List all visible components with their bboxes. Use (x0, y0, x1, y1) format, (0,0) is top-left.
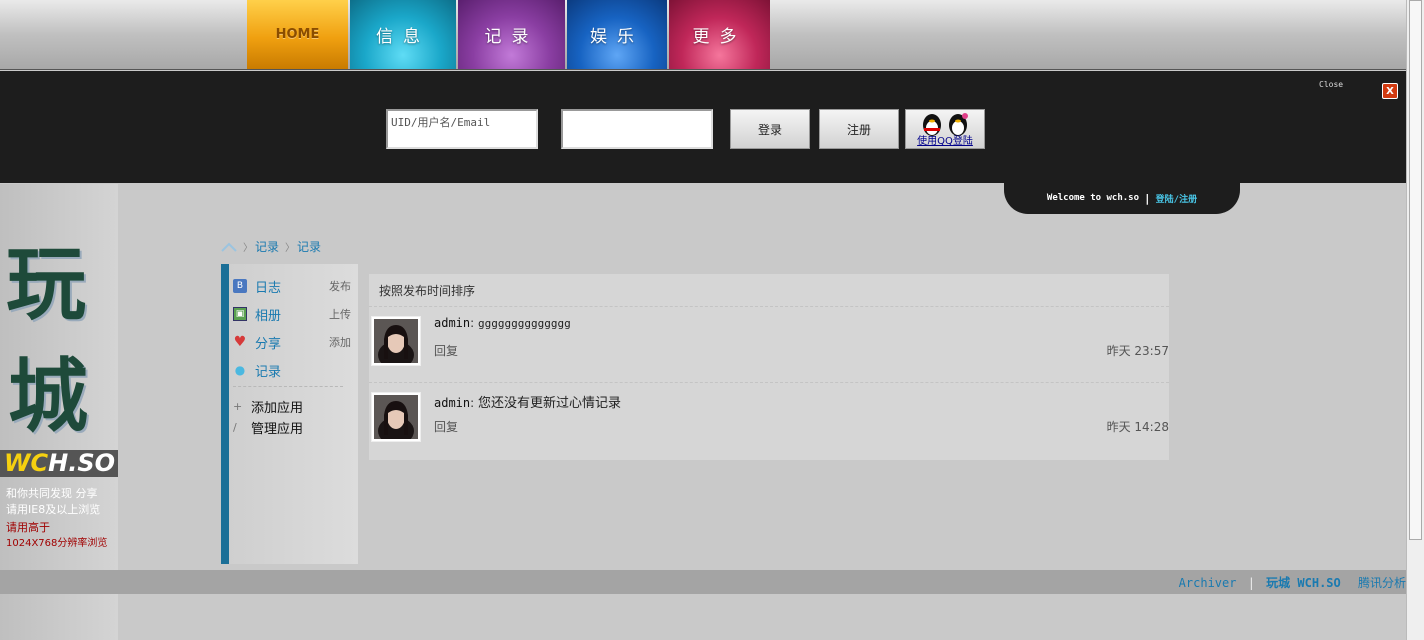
header-divider (369, 306, 1169, 307)
sidebar-manage-app[interactable]: / 管理应用 (233, 417, 351, 437)
entry-time: 昨天 23:57 (1106, 344, 1169, 358)
entry-colon: : (470, 396, 475, 410)
breadcrumb-item-records-current[interactable]: 记录 (297, 238, 321, 255)
close-label[interactable]: Close (1319, 80, 1343, 89)
notice-resolution-2: 1024X768分辨率浏览 (6, 538, 108, 549)
welcome-separator: | (1144, 191, 1151, 205)
chat-bubble-icon: ● (234, 363, 246, 377)
logo-wordmark-c: C (30, 449, 49, 477)
sidebar-item-label: 分享 (255, 336, 282, 352)
tencent-analytics-link[interactable]: 腾讯分析 (1358, 576, 1406, 590)
sidebar-item-label: 日志 (255, 280, 282, 296)
footer-links: Archiver | 玩城 WCH.SO 腾讯分析 (1179, 574, 1406, 591)
logo-wordmark: WCH.SO (0, 450, 118, 477)
sidebar-item-label: 相册 (255, 308, 282, 324)
page-scrollbar[interactable] (1406, 0, 1424, 640)
entry-author[interactable]: admin (434, 396, 470, 410)
share-add-link[interactable]: 添加 (329, 334, 351, 350)
site-name-link[interactable]: 玩城 WCH.SO (1266, 576, 1341, 590)
avatar-image (374, 319, 418, 363)
breadcrumb-separator: 〉 (243, 243, 253, 254)
scrollbar-thumb[interactable] (1409, 0, 1422, 540)
sidebar-item-records[interactable]: ● 记录 (233, 360, 351, 380)
blog-icon: B (233, 279, 247, 293)
logo-wordmark-rest: H.SO (48, 449, 115, 477)
nav-tab-entertainment[interactable]: 娱乐 (567, 0, 667, 69)
sidebar-item-label: 记录 (255, 364, 282, 380)
entry-content: gggggggggggggg (478, 317, 571, 330)
list-item: admin: 您还没有更新过心情记录 回复 昨天 14:28 (369, 384, 1169, 456)
sidebar-divider (233, 386, 343, 387)
login-button[interactable]: 登录 (730, 109, 810, 149)
home-icon[interactable] (221, 241, 237, 253)
entry-time: 昨天 14:28 (1106, 420, 1169, 434)
welcome-text: Welcome to wch.so (1046, 193, 1140, 203)
footer-separator: | (1247, 576, 1255, 590)
top-navigation-bar: HOME 信息 记录 娱乐 更多 (0, 0, 1406, 70)
entry-divider (369, 382, 1169, 383)
breadcrumb-item-records[interactable]: 记录 (255, 238, 279, 255)
username-input[interactable]: UID/用户名/Email (386, 109, 538, 149)
entry-content: 您还没有更新过心情记录 (478, 396, 622, 411)
add-app-label: 添加应用 (251, 400, 304, 416)
entry-text: admin: 您还没有更新过心情记录 (434, 392, 621, 411)
reply-link[interactable]: 回复 (434, 418, 458, 435)
sidebar-item-share[interactable]: ♥ 分享 添加 (233, 332, 351, 352)
nav-tab-records[interactable]: 记录 (458, 0, 565, 69)
login-panel: UID/用户名/Email 登录 注册 使用QQ登陆 Close X (0, 71, 1406, 183)
breadcrumb-separator: 〉 (285, 243, 296, 254)
logo-wordmark-w: W (4, 449, 31, 477)
nav-tab-info[interactable]: 信息 (350, 0, 456, 69)
sidebar-item-album[interactable]: ▣ 相册 上传 (233, 304, 351, 324)
sort-label: 按照发布时间排序 (379, 284, 476, 298)
footer-bar: Archiver | 玩城 WCH.SO 腾讯分析 (0, 570, 1406, 594)
qq-login-button[interactable]: 使用QQ登陆 (905, 109, 985, 149)
login-register-link[interactable]: 登陆/注册 (1156, 192, 1197, 205)
breadcrumb: 〉 记录 〉 记录 (221, 238, 321, 255)
manage-app-label: 管理应用 (251, 421, 304, 437)
wrench-icon: / (233, 420, 237, 434)
sidebar-add-app[interactable]: + 添加应用 (233, 396, 351, 416)
nav-tab-more[interactable]: 更多 (669, 0, 770, 69)
share-icon: ♥ (233, 334, 247, 350)
sidebar-item-blog[interactable]: B 日志 发布 (233, 276, 351, 296)
avatar-image (374, 395, 418, 439)
logo-char-cheng: 城 (8, 349, 88, 443)
album-icon: ▣ (233, 307, 247, 321)
notice-resolution-1: 请用高于 (6, 521, 50, 534)
records-panel: 按照发布时间排序 admin: gggggggggggggg 回复 昨天 23:… (369, 274, 1169, 460)
avatar[interactable] (371, 392, 421, 442)
register-button[interactable]: 注册 (819, 109, 899, 149)
password-input[interactable] (561, 109, 713, 149)
logo-char-wan: 玩 (6, 237, 86, 331)
blog-publish-link[interactable]: 发布 (329, 278, 351, 294)
entry-text: admin: gggggggggggggg (434, 316, 571, 330)
tagline-browser: 请用IE8及以上浏览 (6, 503, 101, 516)
entry-author[interactable]: admin (434, 316, 470, 330)
welcome-tab: Welcome to wch.so | 登陆/注册 (1004, 182, 1240, 214)
app-sidebar: B 日志 发布 ▣ 相册 上传 ♥ 分享 添加 ● 记录 + 添加应用 / 管理… (221, 264, 358, 564)
tagline-share: 和你共同发现 分享 (6, 487, 98, 500)
list-item: admin: gggggggggggggg 回复 昨天 23:57 (369, 308, 1169, 380)
plus-icon: + (233, 399, 243, 413)
avatar[interactable] (371, 316, 421, 366)
entry-colon: : (470, 316, 475, 330)
close-icon[interactable]: X (1382, 83, 1398, 99)
reply-link[interactable]: 回复 (434, 342, 458, 359)
archiver-link[interactable]: Archiver (1179, 576, 1237, 590)
album-upload-link[interactable]: 上传 (329, 306, 351, 322)
nav-tab-home[interactable]: HOME (247, 0, 348, 69)
qq-login-label: 使用QQ登陆 (917, 136, 973, 147)
